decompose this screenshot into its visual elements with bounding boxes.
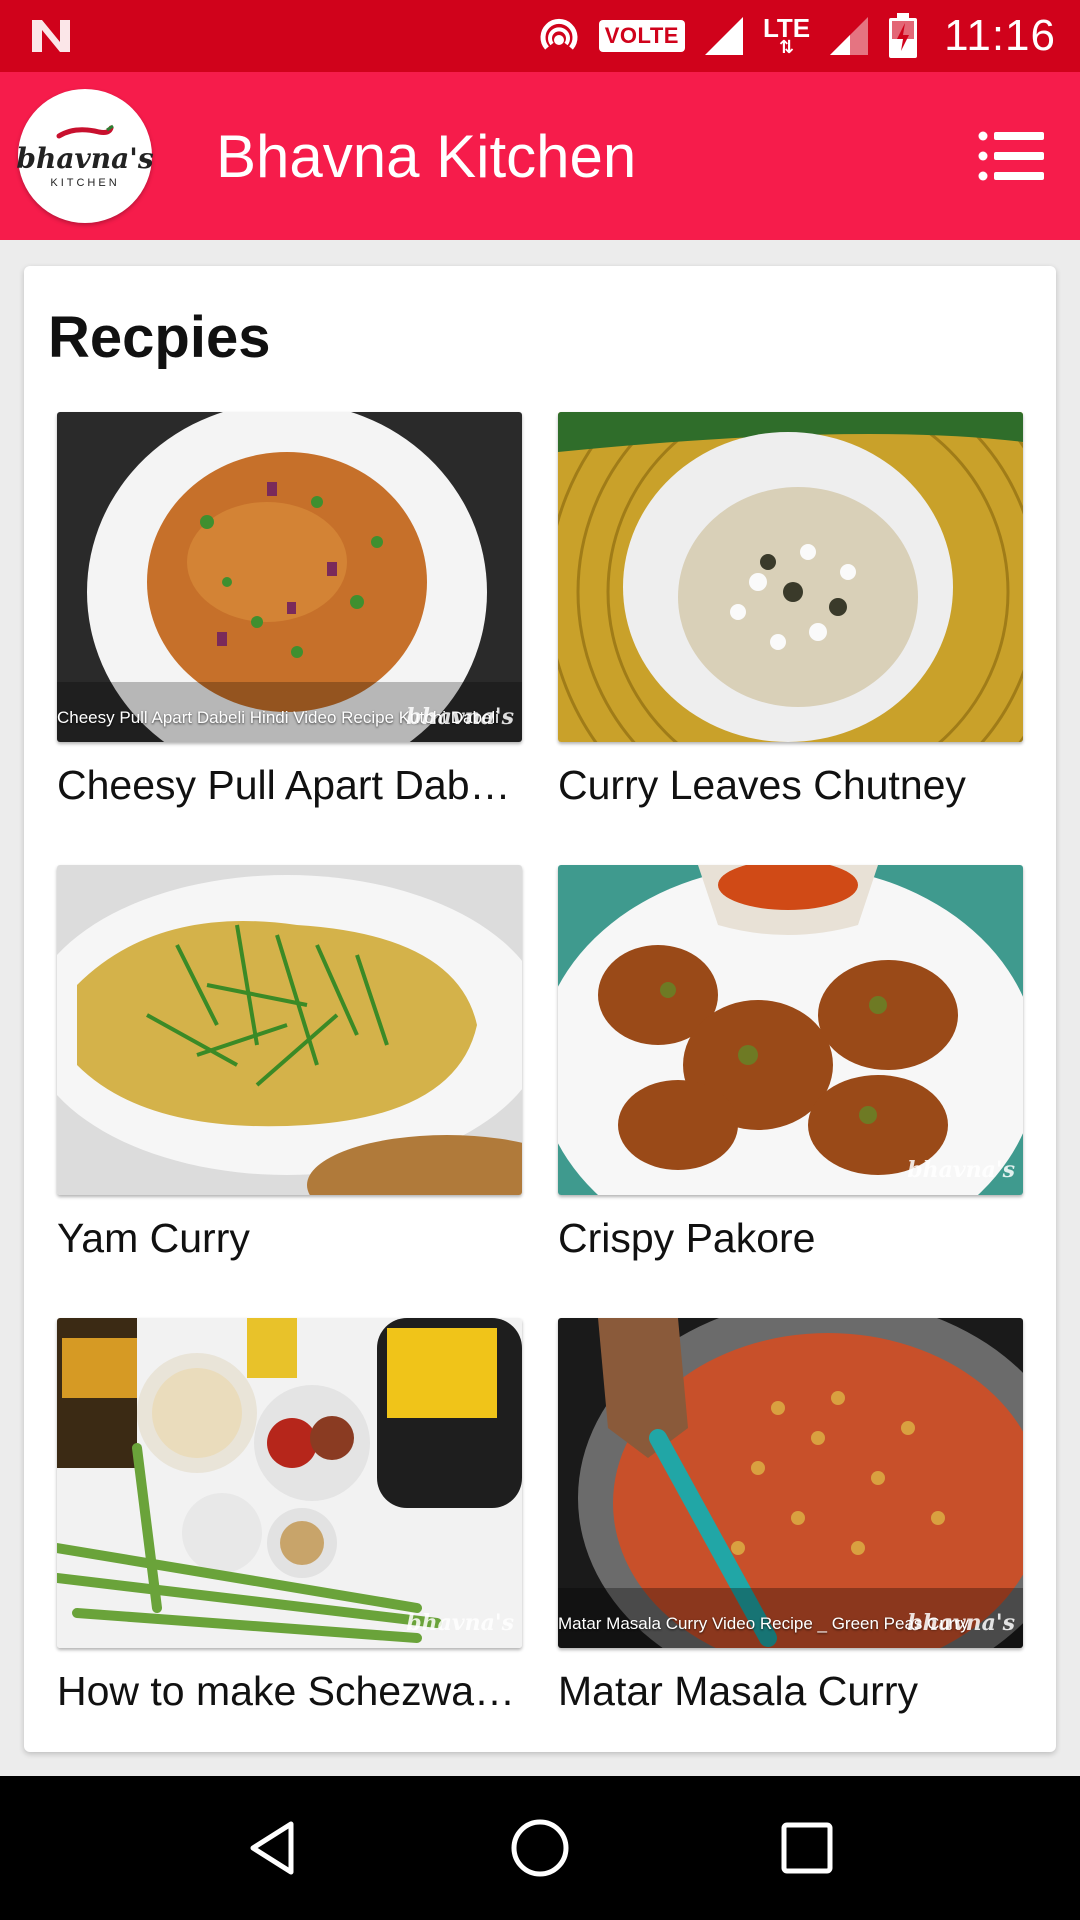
status-icons: VOLTE LTE ⇅ 11:16 [537,0,1056,72]
home-button[interactable] [500,1808,580,1888]
watermark-logo: bhavna's [406,704,514,730]
app-title: Bhavna Kitchen [216,123,637,190]
recipe-thumbnail[interactable] [57,865,522,1195]
system-nav-bar [0,1776,1080,1920]
app-bar: bhavna's KITCHEN Bhavna Kitchen [0,72,1080,240]
logo-subtext: KITCHEN [50,176,120,189]
recipe-tile[interactable]: Cheesy Pull Apart Dabeli Hindi Video Rec… [57,412,522,865]
watermark-logo: bhavna's [907,1610,1015,1636]
recipe-thumbnail[interactable] [558,412,1023,742]
status-bar: VOLTE LTE ⇅ 11:16 [0,0,1080,72]
volte-badge: VOLTE [598,20,685,52]
recents-button[interactable] [767,1808,847,1888]
back-icon [250,1821,294,1875]
notification-n-icon [32,20,70,52]
watermark-logo: bhavna's [907,1157,1015,1183]
home-icon [511,1819,569,1877]
logo-text: bhavna's [16,141,154,175]
chili-icon [56,124,114,138]
chutney-image [558,412,1023,742]
recipe-title[interactable]: Crispy Pakore [558,1215,1023,1262]
recipe-title[interactable]: Yam Curry [57,1215,522,1262]
recipe-tile[interactable]: bhavna's Crispy Pakore [558,865,1023,1318]
recipe-tile[interactable]: Matar Masala Curry Video Recipe _ Green … [558,1318,1023,1771]
dabeli-image [57,412,522,742]
recipe-title[interactable]: How to make Schezwa… [57,1668,522,1715]
menu-icon[interactable] [978,130,1044,182]
recents-icon [781,1822,833,1874]
schezwan-ingredients-image [57,1318,522,1648]
recipe-thumbnail[interactable]: Matar Masala Curry Video Recipe _ Green … [558,1318,1023,1648]
battery-charging-icon [889,13,918,58]
recipe-thumbnail[interactable]: Cheesy Pull Apart Dabeli Hindi Video Rec… [57,412,522,742]
recipe-tile[interactable]: bhavna's How to make Schezwa… [57,1318,522,1771]
watermark-logo: bhavna's [406,1610,514,1636]
signal-weak-icon [830,17,869,55]
recipe-grid: Cheesy Pull Apart Dabeli Hindi Video Rec… [57,412,1023,1771]
yam-curry-image [57,865,522,1195]
recipe-thumbnail[interactable]: bhavna's [57,1318,522,1648]
pakore-image [558,865,1023,1195]
recipe-title[interactable]: Cheesy Pull Apart Dabe… [57,762,522,809]
signal-icon [704,17,743,55]
recipe-thumbnail[interactable]: bhavna's [558,865,1023,1195]
matar-masala-image [558,1318,1023,1648]
clock: 11:16 [944,11,1056,60]
recipe-title[interactable]: Matar Masala Curry [558,1668,1023,1715]
recipe-tile[interactable]: Curry Leaves Chutney [558,412,1023,865]
brand-logo[interactable]: bhavna's KITCHEN [16,89,154,223]
recipe-title[interactable]: Curry Leaves Chutney [558,762,1023,809]
back-button[interactable] [233,1808,313,1888]
lte-indicator: LTE ⇅ [763,15,810,56]
section-title: Recpies [48,305,271,370]
recipe-tile[interactable]: Yam Curry [57,865,522,1318]
hotspot-icon [540,18,578,50]
recipes-card: Recpies Cheesy Pull Apart Dabeli Hindi V… [24,266,1056,1752]
